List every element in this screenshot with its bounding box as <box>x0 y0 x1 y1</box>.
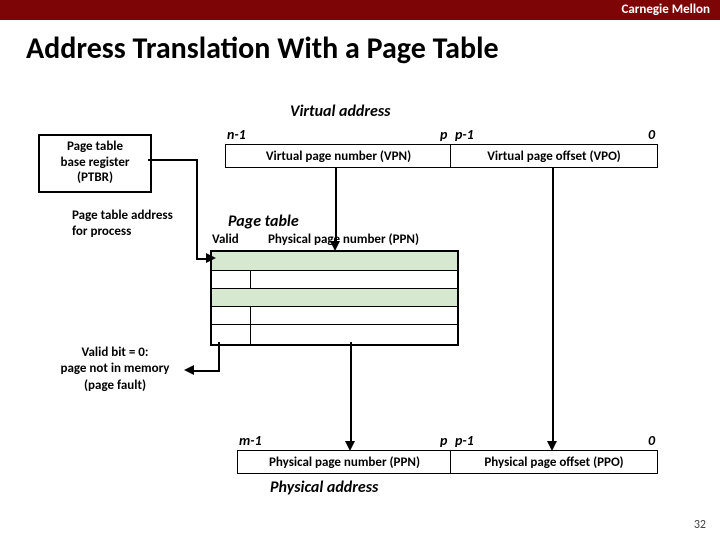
bit-m-1: m-1 <box>239 432 262 449</box>
vpo-field: Virtual page offset (VPO) <box>450 144 658 168</box>
pt-address-line1: Page table address <box>72 208 173 224</box>
bit-p-1-lower: p-1 <box>455 432 474 449</box>
page-table <box>210 250 459 346</box>
arrow-ptbr-head <box>206 253 216 263</box>
arrow-vpo-v <box>552 167 554 443</box>
bit-p-lower: p <box>440 432 447 449</box>
brand-stripe: Carnegie Mellon <box>0 0 720 20</box>
slide-title: Address Translation With a Page Table <box>26 30 499 67</box>
vpo-text: Virtual page offset (VPO) <box>487 149 621 164</box>
bit-n-1: n-1 <box>227 126 246 143</box>
page-table-row-2 <box>212 288 457 307</box>
ptbr-line3: (PTBR) <box>40 170 150 186</box>
arrow-vpn-v <box>335 167 337 243</box>
ppn-text: Physical page number (PPN) <box>269 455 420 470</box>
arrow-ptbr-v <box>196 159 198 259</box>
ptbr-box: Page table base register (PTBR) <box>38 134 152 193</box>
arrow-ppn-v <box>350 342 352 443</box>
pt-address-label: Page table address for process <box>72 208 173 241</box>
valid-bit-line3: (page fault) <box>40 378 190 394</box>
bit-p-upper: p <box>440 126 447 143</box>
brand-text: Carnegie Mellon <box>621 2 710 17</box>
arrow-valid-head <box>184 365 194 375</box>
arrow-vpo-head <box>547 441 557 451</box>
bit-0-upper: 0 <box>648 126 655 143</box>
pt-address-line2: for process <box>72 224 173 240</box>
page-table-row-1 <box>212 270 457 289</box>
vpn-text: Virtual page number (VPN) <box>266 149 411 164</box>
arrow-vpn-head <box>330 241 340 251</box>
vpn-field: Virtual page number (VPN) <box>225 144 452 168</box>
valid-bit-line2: page not in memory <box>40 361 190 377</box>
bit-p-1-upper: p-1 <box>455 126 474 143</box>
arrow-valid-v <box>218 342 220 372</box>
physical-address-label: Physical address <box>270 478 378 497</box>
arrow-ptbr-hstub <box>148 159 198 161</box>
ptbr-line1: Page table <box>40 139 150 155</box>
virtual-address-label: Virtual address <box>290 102 390 121</box>
page-table-col-valid: Valid <box>212 232 239 247</box>
page-number: 32 <box>694 518 706 532</box>
page-table-row-0 <box>212 252 457 270</box>
arrow-valid-h <box>193 370 219 372</box>
page-table-row-4 <box>212 324 457 345</box>
ppo-field: Physical page offset (PPO) <box>450 450 658 474</box>
page-table-col-ppn: Physical page number (PPN) <box>268 232 419 247</box>
page-table-heading: Page table <box>228 212 299 231</box>
arrow-ppn-head <box>345 441 355 451</box>
bit-0-lower: 0 <box>648 432 655 449</box>
ppn-field: Physical page number (PPN) <box>237 450 452 474</box>
ptbr-line2: base register <box>40 155 150 171</box>
valid-bit-line1: Valid bit = 0: <box>40 345 190 361</box>
page-table-row-3 <box>212 306 457 325</box>
valid-bit-note: Valid bit = 0: page not in memory (page … <box>40 345 190 394</box>
ppo-text: Physical page offset (PPO) <box>484 455 623 470</box>
